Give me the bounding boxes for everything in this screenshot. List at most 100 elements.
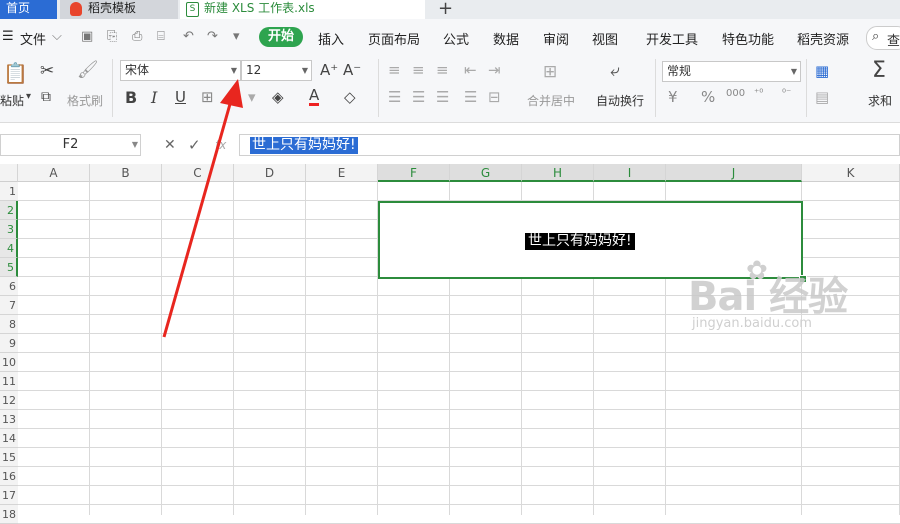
- menu-data[interactable]: 数据: [493, 29, 519, 48]
- cut-icon[interactable]: ✂: [40, 61, 54, 81]
- row-header-13[interactable]: 13: [0, 410, 18, 429]
- search-icon: ⌕: [872, 29, 880, 44]
- tab-template[interactable]: 稻壳模板: [60, 0, 178, 19]
- increase-decimal-icon[interactable]: ⁺⁰: [754, 88, 763, 99]
- row-header-4[interactable]: 4: [0, 239, 18, 258]
- justify-icon[interactable]: ☰: [464, 88, 477, 106]
- save-icon[interactable]: ▣: [81, 29, 93, 44]
- undo-icon[interactable]: ↶: [183, 29, 194, 44]
- decrease-decimal-icon[interactable]: ⁰⁻: [782, 88, 791, 99]
- column-header-a[interactable]: A: [18, 164, 90, 182]
- print-preview-icon[interactable]: ⌸: [157, 29, 165, 44]
- ribbon-separator: [806, 59, 807, 117]
- number-format-select[interactable]: 常规 ▼: [662, 61, 801, 82]
- distribute-icon[interactable]: ⊟: [488, 88, 501, 106]
- menu-view[interactable]: 视图: [592, 29, 618, 48]
- indent-decrease-icon[interactable]: ⇤: [464, 61, 477, 79]
- indent-increase-icon[interactable]: ⇥: [488, 61, 501, 79]
- tab-home[interactable]: 首页: [0, 0, 57, 19]
- chevron-down-icon[interactable]: ▼: [788, 62, 800, 81]
- export-icon[interactable]: ⎘: [107, 29, 117, 44]
- table-style-icon[interactable]: ▦: [815, 62, 829, 80]
- merge-center-icon[interactable]: ⊞: [543, 62, 557, 82]
- paste-button[interactable]: 粘贴: [0, 92, 24, 109]
- wrap-text-button[interactable]: 自动换行: [596, 92, 644, 109]
- align-center-icon[interactable]: ☰: [412, 88, 425, 106]
- name-box[interactable]: F2 ▼: [0, 134, 141, 156]
- select-all-corner[interactable]: [0, 164, 18, 182]
- copy-icon[interactable]: ⧉: [41, 89, 51, 105]
- menu-start[interactable]: 开始: [259, 27, 303, 47]
- chevron-down-icon[interactable]: ▼: [299, 61, 311, 80]
- ribbon-separator: [112, 59, 113, 117]
- font-color-button[interactable]: A: [309, 87, 320, 106]
- row-header-5[interactable]: 5: [0, 258, 18, 277]
- align-right-icon[interactable]: ☰: [436, 88, 449, 106]
- row-header-16[interactable]: 16: [0, 467, 18, 486]
- format-painter-button[interactable]: 格式刷: [67, 92, 103, 109]
- sum-icon[interactable]: Σ: [872, 58, 886, 83]
- menu-review[interactable]: 审阅: [543, 29, 569, 48]
- formula-input[interactable]: 世上只有妈妈好!: [239, 134, 900, 156]
- align-left-icon[interactable]: ☰: [388, 88, 401, 106]
- grid-hline: [18, 409, 900, 410]
- menu-page-layout[interactable]: 页面布局: [368, 29, 420, 48]
- fill-color-icon[interactable]: ◈: [272, 88, 284, 106]
- customize-icon[interactable]: ▾: [233, 29, 240, 44]
- shrink-font-button[interactable]: A⁻: [343, 61, 361, 79]
- eraser-icon[interactable]: ◇: [344, 88, 356, 106]
- row-header-10[interactable]: 10: [0, 353, 18, 372]
- column-header-i[interactable]: I: [594, 164, 666, 182]
- new-tab-button[interactable]: +: [438, 0, 453, 19]
- row-header-1[interactable]: 1: [0, 182, 18, 201]
- column-header-g[interactable]: G: [450, 164, 522, 182]
- brush-icon[interactable]: 🖌: [77, 60, 99, 80]
- print-icon[interactable]: ⎙: [132, 29, 142, 44]
- row-header-7[interactable]: 7: [0, 296, 18, 315]
- column-header-e[interactable]: E: [306, 164, 378, 182]
- menu-file[interactable]: 文件: [20, 29, 46, 48]
- paw-icon: ✿: [746, 256, 768, 286]
- chevron-down-icon[interactable]: ▼: [132, 135, 138, 155]
- tab-file-label: 新建 XLS 工作表.xls: [204, 1, 315, 15]
- cell-style-icon[interactable]: ▤: [815, 88, 829, 106]
- column-header-j[interactable]: J: [666, 164, 802, 182]
- column-header-k[interactable]: K: [802, 164, 900, 182]
- annotation-arrow: [162, 79, 243, 338]
- row-header-12[interactable]: 12: [0, 391, 18, 410]
- row-header-14[interactable]: 14: [0, 429, 18, 448]
- paste-dropdown-icon[interactable]: ▾: [26, 91, 31, 102]
- row-header-9[interactable]: 9: [0, 334, 18, 353]
- row-header-2[interactable]: 2: [0, 201, 18, 220]
- menu-special[interactable]: 特色功能: [722, 29, 774, 48]
- paste-icon[interactable]: 📋: [3, 61, 28, 85]
- align-bottom-icon[interactable]: ≡: [436, 61, 449, 79]
- menu-developer[interactable]: 开发工具: [646, 29, 698, 48]
- row-header-8[interactable]: 8: [0, 315, 18, 334]
- row-header-15[interactable]: 15: [0, 448, 18, 467]
- column-header-f[interactable]: F: [378, 164, 450, 182]
- merge-center-button[interactable]: 合并居中: [527, 92, 575, 109]
- chevron-down-icon[interactable]: ⌵: [52, 29, 62, 44]
- menu-docer[interactable]: 稻壳资源: [797, 29, 849, 48]
- row-header-6[interactable]: 6: [0, 277, 18, 296]
- wrap-text-icon[interactable]: ⤶: [610, 61, 620, 81]
- menu-formula[interactable]: 公式: [443, 29, 469, 48]
- currency-button[interactable]: ¥: [668, 88, 678, 106]
- redo-icon[interactable]: ↷: [207, 29, 218, 44]
- align-middle-icon[interactable]: ≡: [412, 61, 425, 79]
- sum-button[interactable]: 求和: [868, 92, 892, 109]
- thousands-button[interactable]: 000: [726, 88, 745, 99]
- hamburger-icon[interactable]: ☰: [2, 29, 14, 44]
- row-header-11[interactable]: 11: [0, 372, 18, 391]
- align-top-icon[interactable]: ≡: [388, 61, 401, 79]
- grow-font-button[interactable]: A⁺: [320, 61, 338, 79]
- column-header-h[interactable]: H: [522, 164, 594, 182]
- search-box[interactable]: ⌕ 查: [866, 26, 900, 50]
- menu-insert[interactable]: 插入: [318, 29, 344, 48]
- bold-button[interactable]: B: [125, 88, 137, 107]
- row-header-3[interactable]: 3: [0, 220, 18, 239]
- row-header-17[interactable]: 17: [0, 486, 18, 505]
- percent-button[interactable]: %: [701, 88, 715, 106]
- tab-file[interactable]: S 新建 XLS 工作表.xls ▭: [180, 0, 425, 19]
